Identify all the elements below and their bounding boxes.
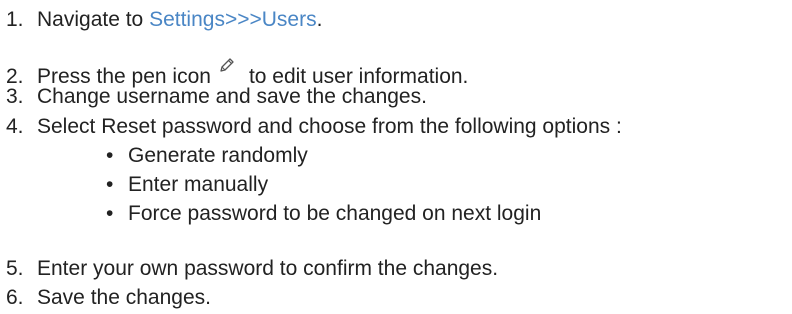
step-number: 5. bbox=[6, 257, 24, 280]
pen-icon bbox=[217, 55, 237, 75]
step-number: 6. bbox=[6, 286, 24, 309]
settings-users-link[interactable]: Settings>>>Users bbox=[149, 8, 317, 31]
bullet-icon: • bbox=[106, 202, 114, 225]
step-4: 4. Select Reset password and choose from … bbox=[6, 114, 622, 140]
step-6: 6. Save the changes. bbox=[6, 285, 211, 311]
option-text: Force password to be changed on next log… bbox=[128, 202, 542, 225]
option-item: • Generate randomly bbox=[106, 143, 308, 169]
step-text: Change username and save the changes. bbox=[37, 85, 427, 108]
step-text: Save the changes. bbox=[37, 286, 211, 309]
step-5: 5. Enter your own password to confirm the… bbox=[6, 256, 498, 282]
step-text: . bbox=[316, 8, 323, 31]
step-number: 3. bbox=[6, 85, 24, 108]
step-text: Select Reset password and choose from th… bbox=[37, 115, 622, 138]
bullet-icon: • bbox=[106, 144, 114, 167]
step-1: 1. Navigate to Settings>>>Users. bbox=[6, 7, 322, 33]
option-item: • Force password to be changed on next lo… bbox=[106, 201, 541, 227]
bullet-icon: • bbox=[106, 173, 114, 196]
step-text: Enter your own password to confirm the c… bbox=[37, 257, 499, 280]
option-text: Generate randomly bbox=[128, 144, 308, 167]
option-item: • Enter manually bbox=[106, 172, 268, 198]
step-3: 3. Change username and save the changes. bbox=[6, 84, 427, 110]
step-number: 1. bbox=[6, 8, 24, 31]
step-text: Navigate to bbox=[37, 8, 150, 31]
option-text: Enter manually bbox=[128, 173, 269, 196]
step-number: 4. bbox=[6, 115, 24, 138]
